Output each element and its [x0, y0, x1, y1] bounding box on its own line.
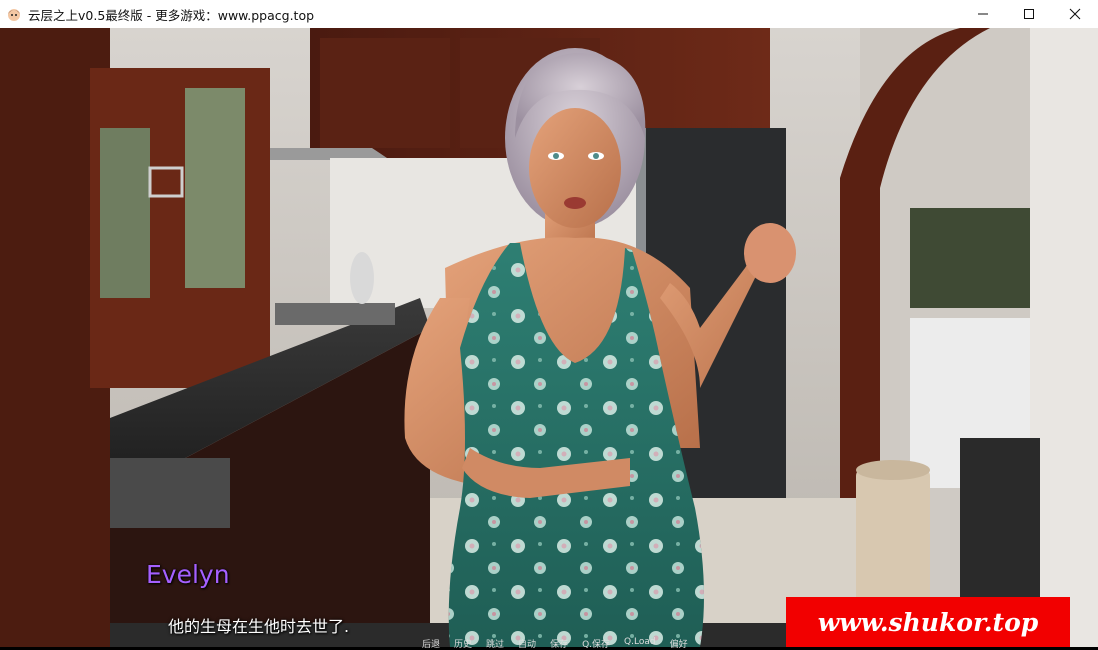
app-icon — [8, 9, 20, 21]
minimize-button[interactable] — [960, 0, 1006, 28]
close-button[interactable] — [1052, 0, 1098, 28]
window-titlebar: 云层之上v0.5最终版 - 更多游戏：www.ppacg.top — [0, 0, 1098, 28]
watermark-banner: www.shukor.top — [786, 597, 1070, 647]
quick-menu-history[interactable]: 历史 — [452, 637, 474, 650]
quick-menu-quick-load[interactable]: Q.Load — [622, 637, 658, 650]
maximize-icon — [1024, 9, 1034, 19]
game-scene[interactable]: Evelyn 他的生母在生他时去世了. www.shukor.top — [0, 28, 1098, 647]
quick-menu-auto[interactable]: 自动 — [516, 637, 538, 650]
quick-menu-preferences[interactable]: 偏好 — [668, 637, 690, 650]
dialogue-text: 他的生母在生他时去世了. — [168, 617, 350, 636]
watermark-text: www.shukor.top — [817, 607, 1039, 637]
speaker-name: Evelyn — [146, 560, 230, 589]
minimize-icon — [978, 13, 988, 15]
maximize-button[interactable] — [1006, 0, 1052, 28]
quick-menu: 后退 历史 跳过 自动 保存 Q.保存 Q.Load 偏好 — [420, 637, 690, 650]
window-title: 云层之上v0.5最终版 - 更多游戏：www.ppacg.top — [28, 7, 315, 23]
window-controls — [960, 0, 1098, 28]
quick-menu-quick-save[interactable]: Q.保存 — [580, 637, 612, 650]
close-icon — [1069, 8, 1081, 20]
scene-background — [0, 28, 1098, 647]
quick-menu-back[interactable]: 后退 — [420, 637, 442, 650]
quick-menu-skip[interactable]: 跳过 — [484, 637, 506, 650]
quick-menu-save[interactable]: 保存 — [548, 637, 570, 650]
